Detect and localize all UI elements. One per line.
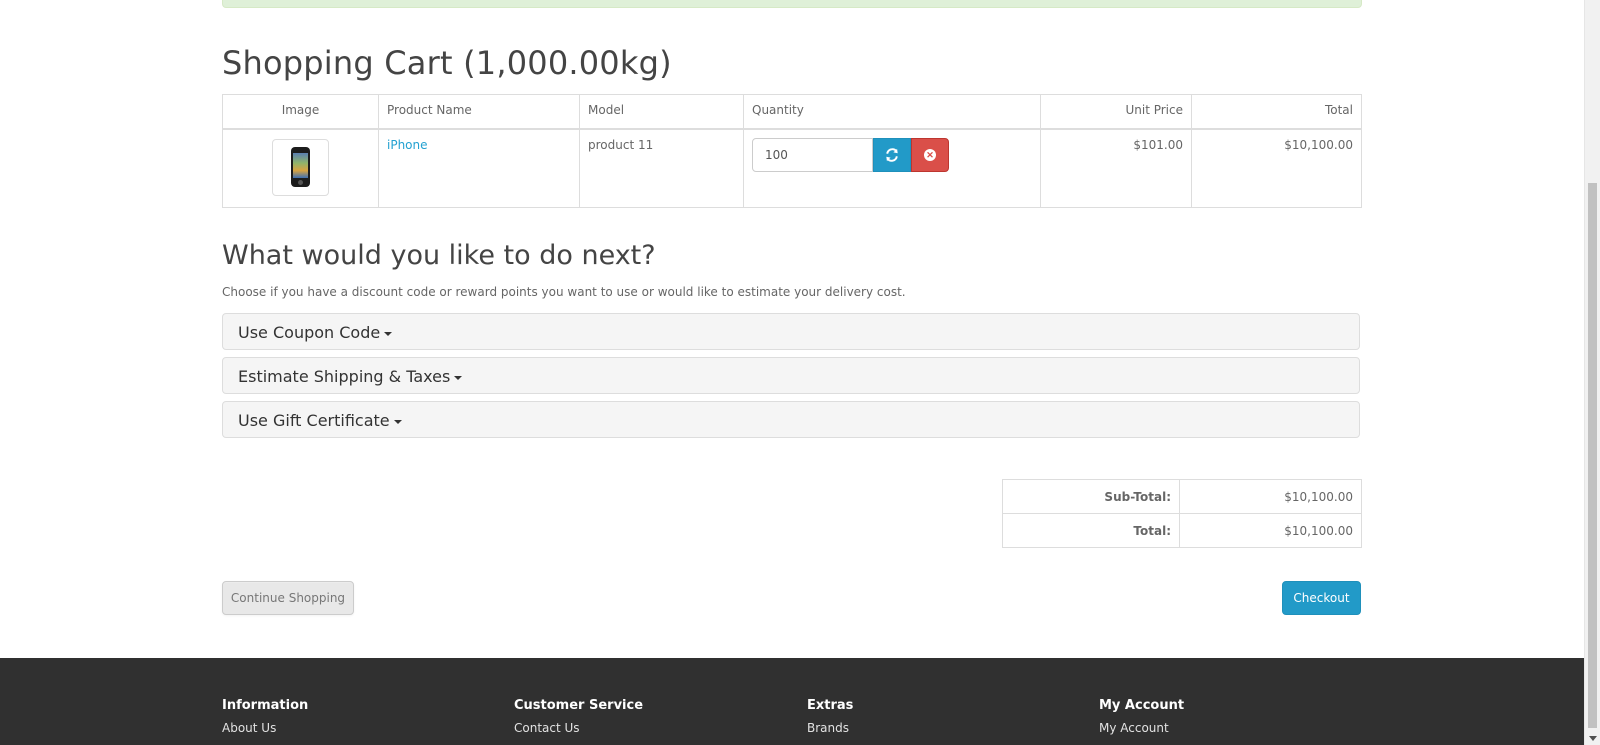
column-header-model: Model <box>579 94 744 130</box>
scroll-down-arrow-icon[interactable] <box>1589 736 1597 741</box>
footer-heading-extras: Extras <box>807 698 854 713</box>
checkout-button[interactable]: Checkout <box>1282 581 1361 615</box>
footer-link-my-account[interactable]: My Account <box>1099 721 1184 735</box>
footer-column-customer-service: Customer Service Contact Us <box>514 698 643 735</box>
cart-table-header: Image Product Name Model Quantity Unit P… <box>222 94 1362 130</box>
page-title: Shopping Cart (1,000.00kg) <box>222 44 672 82</box>
total-label: Total: <box>1002 513 1180 548</box>
shipping-taxes-panel[interactable]: Estimate Shipping & Taxes <box>222 357 1360 394</box>
update-quantity-button[interactable] <box>873 138 911 172</box>
remove-icon: ✕ <box>924 149 936 161</box>
footer-heading-information: Information <box>222 698 309 713</box>
line-total: $10,100.00 <box>1191 128 1362 208</box>
next-steps-heading: What would you like to do next? <box>222 240 656 271</box>
caret-down-icon <box>384 331 393 336</box>
subtotal-value: $10,100.00 <box>1179 479 1362 514</box>
product-name-cell: iPhone <box>378 128 580 208</box>
quantity-group: ✕ <box>752 138 952 172</box>
page: Shopping Cart (1,000.00kg) Image Product… <box>0 0 1584 745</box>
total-value: $10,100.00 <box>1179 513 1362 548</box>
site-footer: Information About Us Customer Service Co… <box>0 658 1584 745</box>
quantity-cell: ✕ <box>743 128 1041 208</box>
cart-table: Image Product Name Model Quantity Unit P… <box>222 94 1362 208</box>
next-steps-hint: Choose if you have a discount code or re… <box>222 285 906 299</box>
continue-shopping-button[interactable]: Continue Shopping <box>222 581 354 615</box>
footer-link-brands[interactable]: Brands <box>807 721 853 735</box>
column-header-unit-price: Unit Price <box>1040 94 1192 130</box>
column-header-quantity: Quantity <box>743 94 1041 130</box>
iphone-icon <box>291 147 310 187</box>
footer-heading-customer-service: Customer Service <box>514 698 644 713</box>
caret-down-icon <box>393 419 402 424</box>
shipping-taxes-panel-title[interactable]: Estimate Shipping & Taxes <box>238 367 463 386</box>
quantity-input[interactable] <box>752 138 873 172</box>
coupon-code-panel-title[interactable]: Use Coupon Code <box>238 323 393 342</box>
footer-link-about-us[interactable]: About Us <box>222 721 308 735</box>
product-name-link[interactable]: iPhone <box>387 138 428 152</box>
column-header-product-name: Product Name <box>378 94 580 130</box>
footer-column-extras: Extras Brands <box>807 698 853 735</box>
totals-table: Sub-Total: $10,100.00 Total: $10,100.00 <box>1002 479 1362 548</box>
phone-home-button <box>298 180 303 185</box>
table-row: iPhone product 11 100 ✕ $101.00 $10,100.… <box>222 128 1362 208</box>
caret-down-icon <box>454 375 463 380</box>
phone-screen <box>293 153 308 178</box>
gift-certificate-panel[interactable]: Use Gift Certificate <box>222 401 1360 438</box>
footer-heading-my-account: My Account <box>1099 698 1185 713</box>
coupon-code-panel[interactable]: Use Coupon Code <box>222 313 1360 350</box>
product-image-cell <box>222 128 379 208</box>
success-alert <box>222 0 1362 8</box>
remove-item-button[interactable]: ✕ <box>911 138 949 172</box>
product-model: product 11 <box>579 128 744 208</box>
refresh-icon <box>886 148 898 162</box>
total-row: Total: $10,100.00 <box>1002 513 1362 548</box>
footer-column-information: Information About Us <box>222 698 308 735</box>
column-header-total: Total <box>1191 94 1362 130</box>
footer-link-contact-us[interactable]: Contact Us <box>514 721 643 735</box>
footer-column-my-account: My Account My Account <box>1099 698 1184 735</box>
gift-certificate-panel-title[interactable]: Use Gift Certificate <box>238 411 402 430</box>
column-header-image: Image <box>222 94 379 130</box>
unit-price: $101.00 <box>1040 128 1192 208</box>
vertical-scrollbar[interactable] <box>1584 0 1600 745</box>
subtotal-row: Sub-Total: $10,100.00 <box>1002 479 1362 514</box>
product-thumbnail[interactable] <box>272 139 329 196</box>
subtotal-label: Sub-Total: <box>1002 479 1180 514</box>
scrollbar-thumb[interactable] <box>1588 183 1597 728</box>
